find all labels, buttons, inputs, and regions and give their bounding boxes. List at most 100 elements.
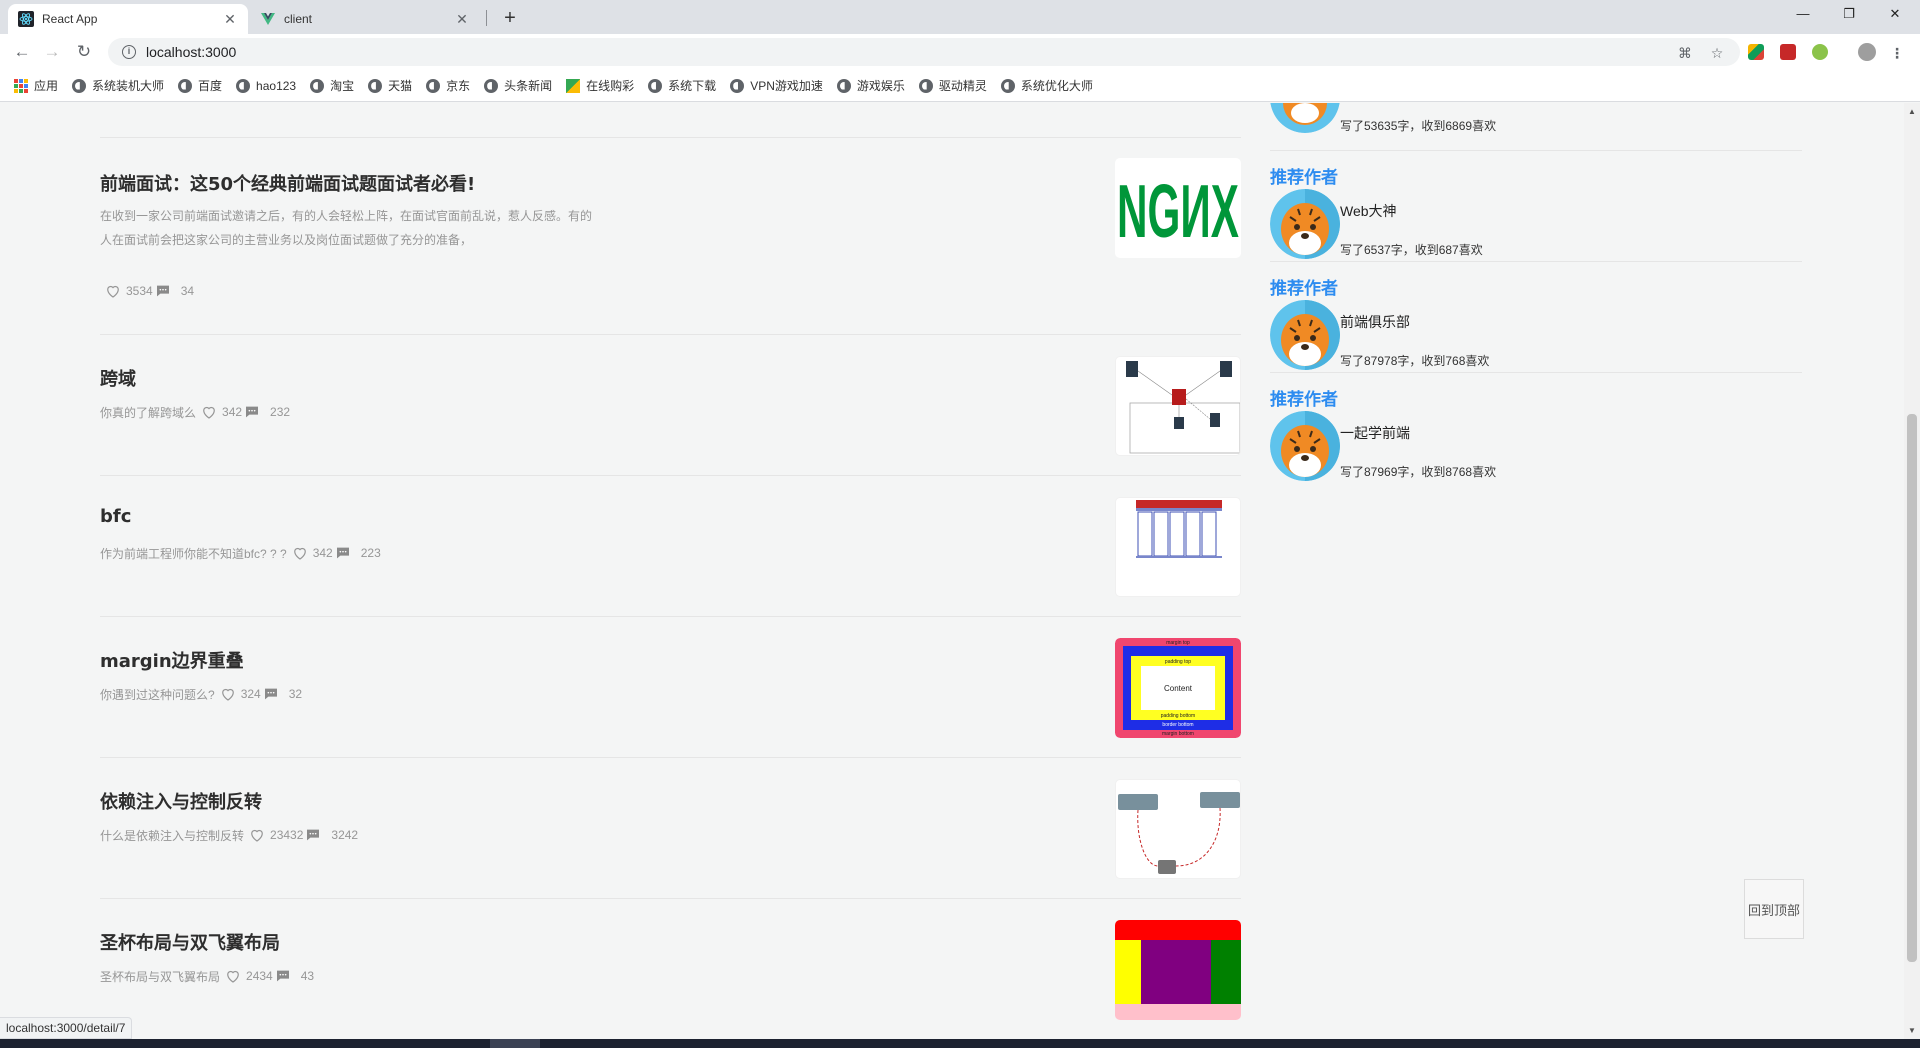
close-tab-icon[interactable]: ✕ (454, 11, 470, 28)
browser-toolbar: ← → ↻ i localhost:3000 ⌘ ☆ ⋮ (0, 34, 1920, 70)
heart-icon[interactable] (200, 403, 218, 421)
extension-icon[interactable] (1812, 44, 1828, 60)
author-card[interactable]: 推荐作者 前端俱乐部 写了87978字，收到768喜欢 (1270, 262, 1802, 373)
author-stat: 写了87978字，收到768喜欢 (1340, 354, 1490, 368)
reload-icon[interactable]: ↻ (72, 40, 96, 64)
extension-icon[interactable] (1748, 44, 1764, 60)
bookmark-item[interactable]: 驱动精灵 (918, 77, 987, 94)
bookmark-apps[interactable]: 应用 (14, 77, 58, 94)
address-text: localhost:3000 (146, 44, 237, 60)
bookmarks-bar: 应用 系统装机大师 百度 hao123 淘宝 天猫 京东 头条新闻 在线购彩 系… (0, 70, 1920, 102)
bookmark-item[interactable]: 百度 (178, 77, 222, 94)
article-thumbnail[interactable] (1115, 356, 1241, 456)
os-taskbar (0, 1039, 1920, 1048)
scrollbar-thumb[interactable] (1906, 413, 1918, 963)
article-meta: 作为前端工程师你能不知道bfc? ? ? 342 223 (100, 544, 381, 562)
comment-icon[interactable] (263, 686, 279, 702)
react-logo-icon (18, 11, 34, 27)
globe-icon (730, 78, 745, 93)
like-count: 23432 (270, 828, 304, 842)
bookmark-item[interactable]: 天猫 (368, 77, 412, 94)
article-title[interactable]: 依赖注入与控制反转 (100, 788, 262, 814)
author-name[interactable]: 一起学前端 (1340, 423, 1410, 443)
globe-icon (368, 78, 383, 93)
bookmark-item[interactable]: hao123 (236, 78, 296, 93)
bookmark-item[interactable]: VPN游戏加速 (730, 77, 823, 94)
new-tab-button[interactable]: + (498, 6, 522, 30)
bookmark-item[interactable]: 游戏娱乐 (836, 77, 905, 94)
comment-count: 223 (360, 546, 381, 560)
comment-icon[interactable] (335, 545, 351, 561)
bookmark-item[interactable]: 系统装机大师 (72, 77, 164, 94)
author-avatar[interactable] (1270, 103, 1340, 133)
close-tab-icon[interactable]: ✕ (222, 11, 238, 28)
minimize-button[interactable]: — (1780, 0, 1826, 28)
bookmark-item[interactable]: 京东 (426, 77, 470, 94)
author-avatar[interactable] (1270, 411, 1340, 481)
author-card[interactable]: 写了53635字，收到6869喜欢 (1270, 103, 1802, 151)
back-to-top-button[interactable]: 回到顶部 (1744, 879, 1804, 939)
comment-icon[interactable] (244, 404, 260, 420)
heart-icon[interactable] (224, 967, 242, 985)
comment-count: 32 (288, 687, 303, 701)
heart-icon[interactable] (248, 826, 266, 844)
tab-title: React App (42, 12, 98, 26)
tab-client[interactable]: client ✕ (250, 4, 480, 34)
bookmark-label: 天猫 (388, 79, 413, 93)
translate-icon[interactable]: ⌘ (1676, 44, 1694, 62)
article-thumbnail[interactable]: NGИX (1115, 158, 1241, 258)
author-name[interactable]: 前端俱乐部 (1340, 312, 1410, 332)
author-avatar[interactable] (1270, 300, 1340, 370)
author-card[interactable]: 推荐作者 Web大神 写了6537字，收到687喜欢 (1270, 151, 1802, 262)
article-thumbnail[interactable] (1115, 920, 1241, 1020)
article-title[interactable]: 圣杯布局与双飞翼布局 (100, 929, 280, 955)
article-item[interactable]: margin边界重叠 你遇到过这种问题么? 324 32 margin top … (100, 617, 1241, 758)
author-stat: 写了87969字，收到8768喜欢 (1340, 465, 1497, 479)
heart-icon[interactable] (291, 544, 309, 562)
restore-button[interactable]: ❐ (1826, 0, 1872, 28)
site-info-icon[interactable]: i (122, 45, 136, 59)
author-avatar[interactable] (1270, 189, 1340, 259)
extension-icon[interactable] (1780, 44, 1796, 60)
scroll-down-icon[interactable]: ▼ (1908, 1026, 1916, 1035)
article-thumbnail[interactable] (1115, 497, 1241, 597)
bookmark-item[interactable]: 淘宝 (310, 77, 354, 94)
article-meta: 什么是依赖注入与控制反转 23432 3242 (100, 826, 358, 844)
page-scrollbar[interactable]: ▲ ▼ (1904, 103, 1920, 1039)
article-item[interactable]: 依赖注入与控制反转 什么是依赖注入与控制反转 23432 3242 (100, 758, 1241, 899)
profile-avatar-icon[interactable] (1858, 43, 1876, 61)
article-thumbnail[interactable]: margin top padding top Content padding b… (1115, 638, 1241, 738)
comment-icon[interactable] (275, 968, 291, 984)
article-item[interactable]: 跨域 你真的了解跨域么 342 232 (100, 335, 1241, 476)
bookmark-item[interactable]: 在线购彩 (566, 77, 634, 94)
heart-icon[interactable] (219, 685, 237, 703)
article-title[interactable]: 跨域 (100, 365, 136, 391)
article-title[interactable]: margin边界重叠 (100, 647, 244, 673)
forward-icon[interactable]: → (40, 40, 64, 64)
article-item[interactable]: 圣杯布局与双飞翼布局 圣杯布局与双飞翼布局 2434 43 (100, 899, 1241, 1039)
tab-react-app[interactable]: React App ✕ (8, 4, 248, 34)
scroll-up-icon[interactable]: ▲ (1908, 107, 1916, 116)
heart-icon[interactable] (104, 282, 122, 300)
comment-icon[interactable] (155, 283, 171, 299)
bookmark-star-icon[interactable]: ☆ (1708, 44, 1726, 62)
bookmark-item[interactable]: 系统优化大师 (1000, 77, 1093, 94)
article-title[interactable]: 前端面试：这50个经典前端面试题面试者必看! (100, 170, 475, 196)
close-window-button[interactable]: ✕ (1872, 0, 1918, 28)
menu-kebab-icon[interactable]: ⋮ (1888, 44, 1906, 62)
like-count: 3534 (126, 284, 153, 298)
address-bar[interactable]: i localhost:3000 (108, 38, 1740, 66)
article-item[interactable]: 前端面试：这50个经典前端面试题面试者必看! 在收到一家公司前端面试邀请之后，有… (100, 138, 1241, 335)
author-card[interactable]: 推荐作者 一起学前端 写了87969字，收到8768喜欢 (1270, 373, 1802, 484)
lottery-icon (566, 78, 581, 93)
back-icon[interactable]: ← (10, 40, 34, 64)
bookmark-item[interactable]: 头条新闻 (484, 77, 552, 94)
globe-icon (918, 78, 933, 93)
bookmark-item[interactable]: 系统下载 (648, 77, 716, 94)
article-title[interactable]: bfc (100, 506, 131, 527)
article-thumbnail[interactable] (1115, 779, 1241, 879)
article-item[interactable]: bfc 作为前端工程师你能不知道bfc? ? ? 342 223 (100, 476, 1241, 617)
globe-icon (72, 78, 87, 93)
author-name[interactable]: Web大神 (1340, 201, 1397, 221)
comment-icon[interactable] (305, 827, 321, 843)
